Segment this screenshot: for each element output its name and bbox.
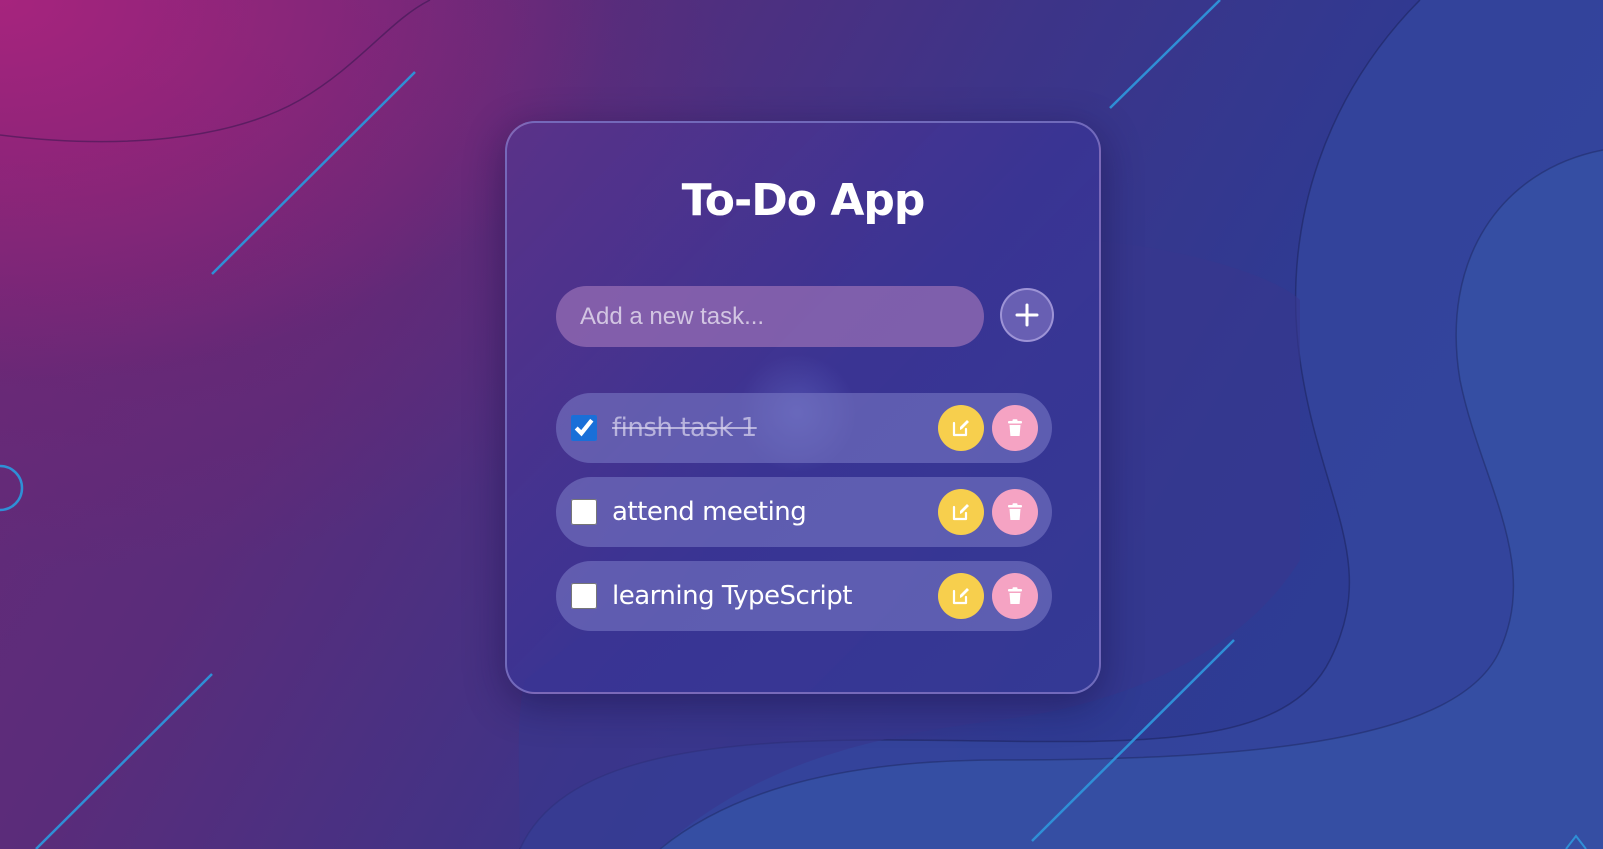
plus-icon — [1002, 302, 1052, 328]
edit-task-button[interactable] — [938, 405, 984, 451]
todo-card: To-Do App finsh task 1 — [505, 121, 1101, 694]
delete-task-button[interactable] — [992, 405, 1038, 451]
task-label: finsh task 1 — [612, 413, 757, 443]
task-checkbox[interactable] — [571, 415, 597, 441]
trash-icon — [992, 418, 1038, 438]
edit-task-button[interactable] — [938, 489, 984, 535]
task-checkbox[interactable] — [571, 583, 597, 609]
trash-icon — [992, 586, 1038, 606]
task-item: attend meeting — [556, 477, 1052, 547]
task-list: finsh task 1 attend meeting learning Typ… — [556, 393, 1052, 645]
app-title: To-Do App — [681, 175, 926, 226]
task-checkbox[interactable] — [571, 499, 597, 525]
task-item: finsh task 1 — [556, 393, 1052, 463]
delete-task-button[interactable] — [992, 489, 1038, 535]
edit-icon — [938, 418, 984, 438]
task-label: learning TypeScript — [612, 581, 852, 611]
task-label: attend meeting — [612, 497, 807, 527]
new-task-input[interactable] — [556, 286, 984, 347]
add-task-button[interactable] — [1000, 288, 1054, 342]
trash-icon — [992, 502, 1038, 522]
task-item: learning TypeScript — [556, 561, 1052, 631]
edit-icon — [938, 586, 984, 606]
delete-task-button[interactable] — [992, 573, 1038, 619]
edit-task-button[interactable] — [938, 573, 984, 619]
edit-icon — [938, 502, 984, 522]
